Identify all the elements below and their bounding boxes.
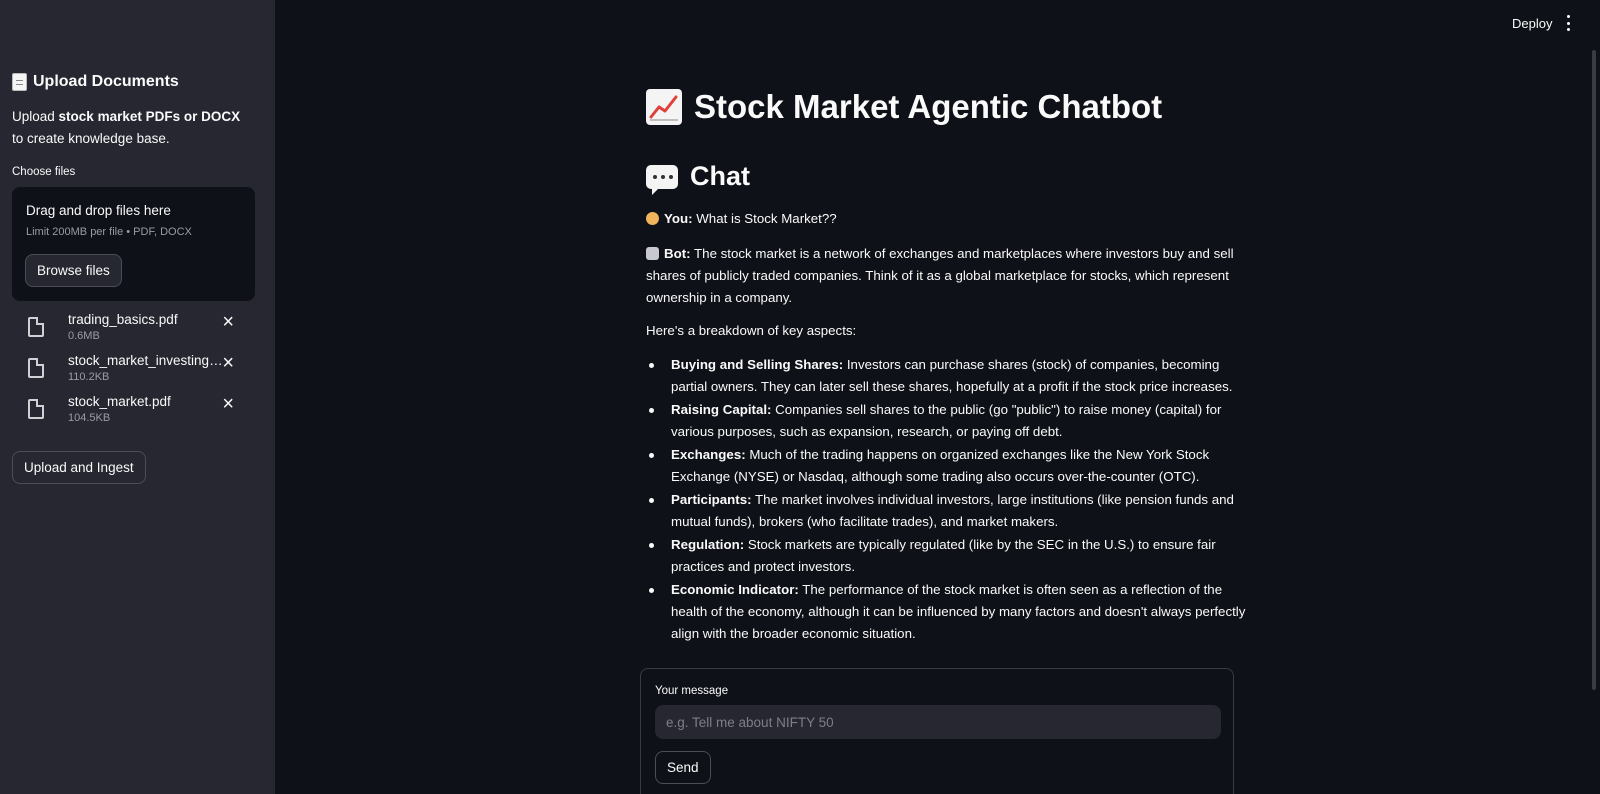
main-menu-icon[interactable] — [1567, 15, 1571, 31]
bot-label: Bot: — [664, 246, 691, 261]
chat-heading-text: Chat — [690, 161, 750, 191]
list-item: Participants: The market involves indivi… — [646, 489, 1246, 533]
user-label: You: — [664, 211, 693, 226]
upload-and-ingest-button[interactable]: Upload and Ingest — [12, 451, 146, 484]
document-icon — [12, 73, 27, 91]
desc-bold: stock market PDFs or DOCX — [58, 109, 241, 124]
list-item: Regulation: Stock markets are typically … — [646, 534, 1246, 578]
file-name: stock_market.pdf — [68, 394, 171, 409]
page-title-text: Stock Market Agentic Chatbot — [694, 88, 1163, 125]
list-item-term: Participants: — [671, 492, 752, 507]
list-item: Buying and Selling Shares: Investors can… — [646, 354, 1246, 398]
list-item-text: Stock markets are typically regulated (l… — [671, 537, 1216, 574]
desc-suffix: to create knowledge base. — [12, 131, 170, 146]
file-size: 110.2KB — [68, 371, 110, 383]
list-item-text: The market involves individual investors… — [671, 492, 1234, 529]
list-item: Raising Capital: Companies sell shares t… — [646, 399, 1246, 443]
scrollbar[interactable] — [1588, 42, 1600, 794]
list-item-term: Buying and Selling Shares: — [671, 357, 844, 372]
file-dropzone[interactable]: Drag and drop files here Limit 200MB per… — [12, 187, 255, 301]
sidebar-description: Upload stock market PDFs or DOCX to crea… — [12, 106, 247, 150]
list-item: Economic Indicator: The performance of t… — [646, 579, 1246, 645]
user-message: You: What is Stock Market?? — [646, 208, 1246, 230]
message-label: Your message — [655, 685, 729, 697]
send-button[interactable]: Send — [655, 751, 711, 784]
sidebar-header: Upload Documents — [12, 73, 179, 91]
bot-message: Bot: The stock market is a network of ex… — [646, 243, 1246, 309]
choose-files-label: Choose files — [12, 166, 76, 178]
message-input[interactable] — [655, 705, 1221, 739]
remove-file-icon[interactable]: × — [222, 353, 234, 373]
file-icon — [28, 317, 44, 337]
deploy-button[interactable]: Deploy — [1512, 16, 1552, 31]
key-aspects-list: Buying and Selling Shares: Investors can… — [646, 354, 1246, 646]
chart-increasing-icon — [646, 89, 682, 125]
list-item: Exchanges: Much of the trading happens o… — [646, 444, 1246, 488]
robot-icon — [646, 247, 659, 260]
browse-files-button[interactable]: Browse files — [25, 254, 122, 287]
file-item: trading_basics.pdf 0.6MB × — [28, 312, 248, 353]
file-size: 0.6MB — [68, 330, 100, 342]
file-icon — [28, 358, 44, 378]
message-form: Your message Send — [640, 668, 1234, 794]
user-avatar-icon — [646, 212, 659, 225]
user-message-text: What is Stock Market?? — [692, 211, 837, 226]
file-icon — [28, 399, 44, 419]
breakdown-intro: Here's a breakdown of key aspects: — [646, 323, 857, 338]
file-item: stock_market.pdf 104.5KB × — [28, 394, 248, 435]
page-title: Stock Market Agentic Chatbot — [646, 88, 1162, 126]
chat-heading: Chat — [646, 161, 750, 195]
bot-message-text: The stock market is a network of exchang… — [646, 246, 1234, 305]
remove-file-icon[interactable]: × — [222, 394, 234, 414]
scrollbar-thumb[interactable] — [1592, 50, 1596, 690]
remove-file-icon[interactable]: × — [222, 312, 234, 332]
dropzone-limit: Limit 200MB per file • PDF, DOCX — [26, 226, 192, 238]
list-item-term: Raising Capital: — [671, 402, 772, 417]
desc-prefix: Upload — [12, 109, 59, 124]
uploaded-file-list: trading_basics.pdf 0.6MB × stock_market_… — [28, 312, 248, 435]
sidebar: Upload Documents Upload stock market PDF… — [0, 0, 275, 794]
list-item-term: Regulation: — [671, 537, 745, 552]
file-item: stock_market_investing_… 110.2KB × — [28, 353, 248, 394]
dropzone-title: Drag and drop files here — [26, 203, 171, 218]
list-item-term: Exchanges: — [671, 447, 746, 462]
file-name: stock_market_investing_… — [68, 353, 224, 368]
file-name: trading_basics.pdf — [68, 312, 178, 327]
list-item-term: Economic Indicator: — [671, 582, 799, 597]
list-item-text: Much of the trading happens on organized… — [671, 447, 1210, 484]
sidebar-header-text: Upload Documents — [33, 73, 179, 90]
file-size: 104.5KB — [68, 412, 111, 424]
speech-bubble-icon — [646, 164, 678, 195]
